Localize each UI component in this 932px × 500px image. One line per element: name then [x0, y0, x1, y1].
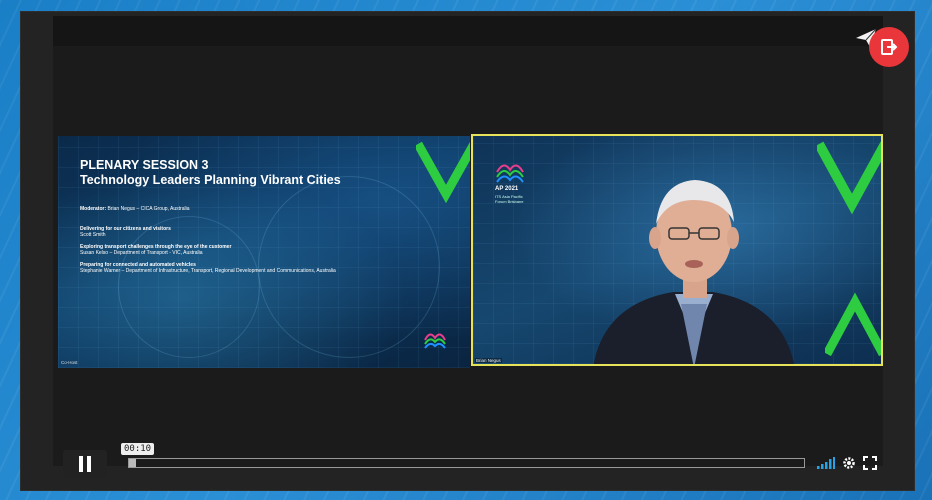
decor-circle [258, 176, 440, 358]
ap-logo-icon [424, 333, 446, 349]
slide-subtitle: Technology Leaders Planning Vibrant Citi… [80, 173, 341, 187]
decor-circle [118, 216, 260, 358]
exit-icon [881, 39, 898, 55]
pause-icon [79, 456, 91, 472]
ap-logo-icon [496, 164, 524, 183]
topic-2-speaker: Susan Kelso – Department of Transport - … [80, 250, 203, 256]
participant-name-label: Co-Host [61, 360, 78, 365]
volume-bars-icon[interactable] [817, 457, 835, 469]
play-pause-button[interactable] [63, 450, 107, 478]
speaker-video-panel: AP 2021 ITS Asia Pacific Forum Brisbane … [471, 134, 883, 366]
slide-panel: PLENARY SESSION 3 Technology Leaders Pla… [58, 136, 470, 368]
logo-title: AP 2021 [495, 186, 519, 192]
presenter-figure [593, 180, 795, 364]
progress-fill [129, 459, 136, 467]
topic-3-speaker: Stephanie Warner – Department of Infrast… [80, 268, 336, 274]
moderator-label: Moderator: [80, 206, 107, 212]
moderator-text: Brian Negus – CICA Group, Australia [107, 206, 190, 212]
exit-button[interactable] [869, 27, 909, 67]
player-controls: 00:10 [53, 443, 883, 480]
progress-bar[interactable] [128, 458, 805, 468]
fullscreen-icon[interactable] [863, 456, 877, 470]
slide-title: PLENARY SESSION 3 [80, 158, 209, 172]
chevron-logo-icon [817, 141, 881, 215]
topic-1-speaker: Scott Smith [80, 232, 106, 238]
logo-subtitle: ITS Asia Pacific Forum Brisbane [495, 194, 524, 204]
participant-name-label: Brian Negus [475, 358, 502, 363]
moderator-line: Moderator: Brian Negus – CICA Group, Aus… [80, 206, 190, 212]
current-time-tooltip: 00:10 [121, 443, 155, 455]
gear-icon[interactable] [842, 456, 856, 470]
chevron-logo-icon [416, 141, 470, 204]
chevron-up-logo-icon [825, 292, 881, 357]
video-player: PLENARY SESSION 3 Technology Leaders Pla… [20, 11, 915, 491]
top-bar [53, 16, 883, 46]
